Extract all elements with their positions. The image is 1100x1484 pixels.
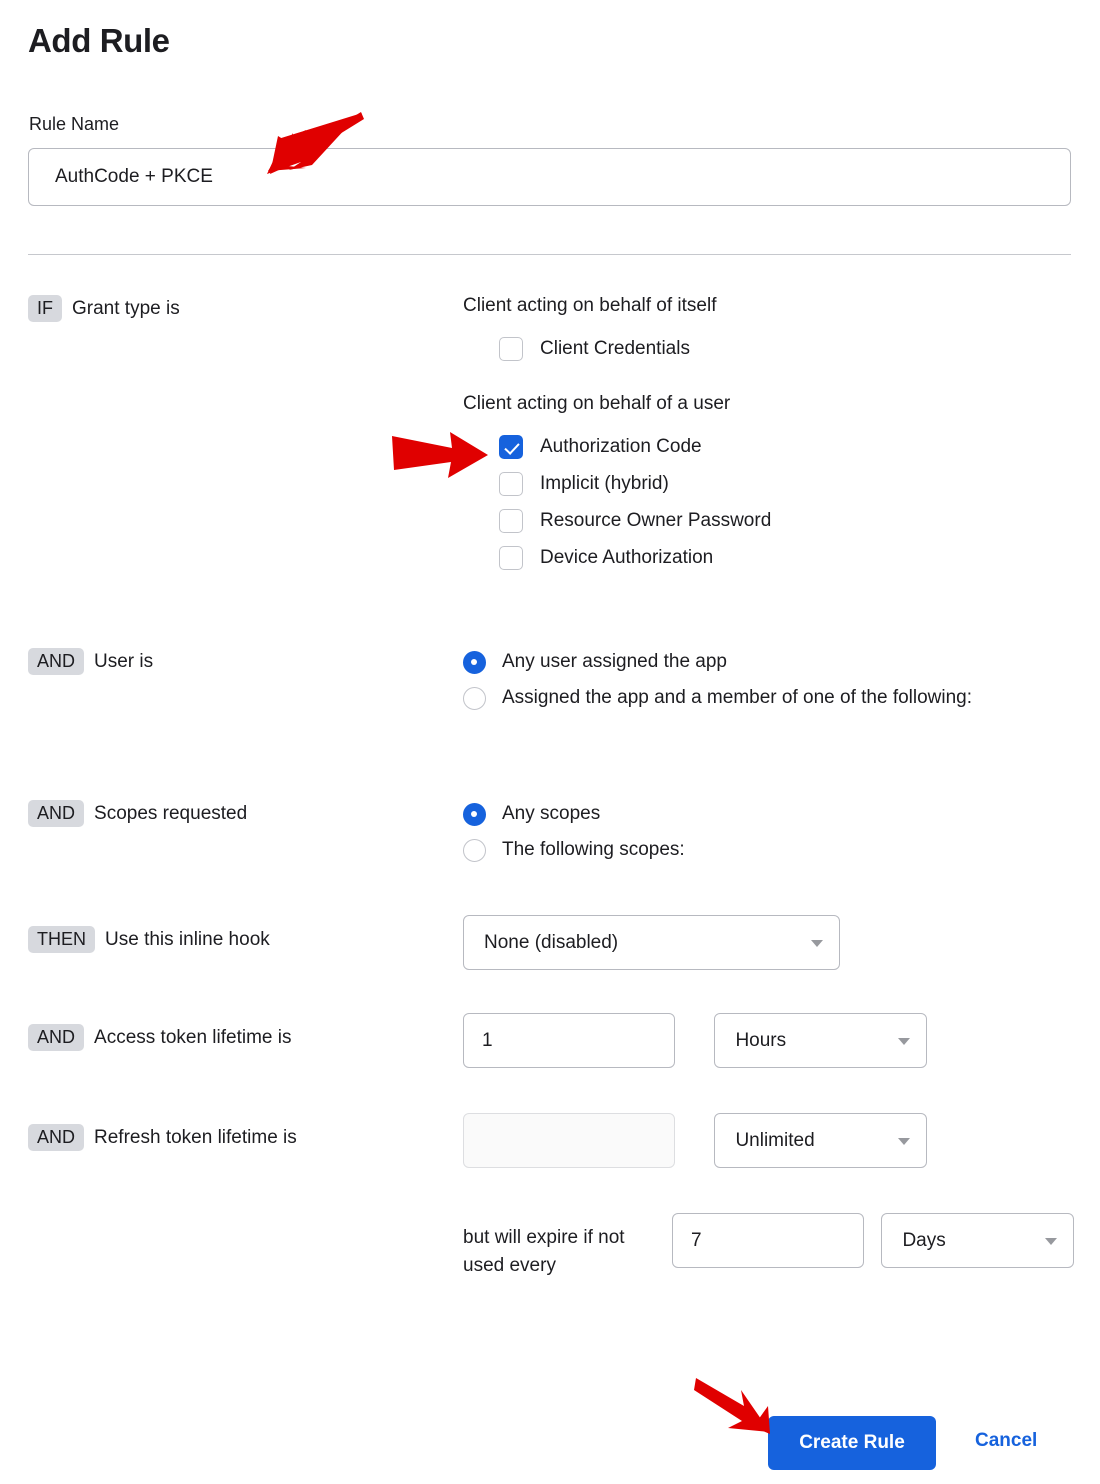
user-is-label: User is [94,650,154,672]
scopes-requested-controls: Any scopes The following scopes: [463,800,685,871]
inline-hook-label: Use this inline hook [105,928,270,950]
refresh-token-lifetime-label-cell: AND Refresh token lifetime is [28,1124,297,1151]
refresh-token-lifetime-label: Refresh token lifetime is [94,1126,297,1148]
refresh-expiry-controls: Days [672,1213,1075,1268]
refresh-token-lifetime-unit-select[interactable]: Unlimited [714,1113,928,1168]
create-rule-button[interactable]: Create Rule [768,1416,936,1470]
radio-row-following-scopes[interactable]: The following scopes: [463,836,685,864]
grant-type-controls: Client acting on behalf of itself Client… [463,295,771,583]
grant-type-label: Grant type is [72,297,180,319]
checkbox-label-device-authorization: Device Authorization [540,547,714,568]
checkbox-label-implicit-hybrid: Implicit (hybrid) [540,473,669,494]
cancel-button[interactable]: Cancel [975,1430,1037,1452]
radio-label-following-scopes: The following scopes: [502,838,685,860]
checkbox-implicit-hybrid-icon[interactable] [499,472,523,496]
checkbox-row-device-authorization[interactable]: Device Authorization [499,546,771,570]
access-token-lifetime-controls: Hours [463,1013,928,1068]
rule-name-input[interactable] [28,148,1071,206]
chevron-down-icon [898,1037,911,1045]
user-is-controls: Any user assigned the app Assigned the a… [463,648,972,719]
access-token-lifetime-label-cell: AND Access token lifetime is [28,1024,291,1051]
checkbox-row-authorization-code[interactable]: Authorization Code [499,435,771,459]
inline-hook-label-cell: THEN Use this inline hook [28,926,270,953]
radio-label-assigned-and-member: Assigned the app and a member of one of … [502,686,973,708]
inline-hook-select[interactable]: None (disabled) [463,915,840,970]
checkbox-authorization-code-icon[interactable] [499,435,523,459]
radio-assigned-and-member-icon[interactable] [463,686,486,710]
checkbox-label-client-credentials: Client Credentials [540,338,690,359]
badge-and-user-is: AND [28,648,85,675]
inline-hook-controls: None (disabled) [463,915,840,970]
checkbox-device-authorization-icon[interactable] [499,546,523,570]
radio-row-assigned-and-member[interactable]: Assigned the app and a member of one of … [463,684,972,712]
radio-any-scopes-icon[interactable] [463,803,486,826]
checkbox-client-credentials-icon[interactable] [499,337,523,361]
radio-label-any-scopes: Any scopes [502,803,601,824]
checkbox-label-resource-owner-password: Resource Owner Password [540,510,772,531]
access-token-lifetime-unit-select[interactable]: Hours [714,1013,928,1068]
page-title: Add Rule [28,22,170,59]
radio-row-any-user-assigned[interactable]: Any user assigned the app [463,648,972,676]
radio-following-scopes-icon[interactable] [463,838,486,862]
badge-and-access-token: AND [28,1024,85,1051]
refresh-expiry-label: but will expire if not used every [463,1227,625,1276]
chevron-down-icon [1045,1237,1058,1245]
checkbox-row-implicit-hybrid[interactable]: Implicit (hybrid) [499,472,771,496]
section-divider [28,254,1071,255]
grant-type-label-cell: IF Grant type is [28,295,180,322]
checkbox-label-authorization-code: Authorization Code [540,436,702,457]
refresh-expiry-amount-input[interactable] [672,1213,864,1268]
badge-and-refresh-token: AND [28,1124,85,1151]
chevron-down-icon [811,939,823,947]
badge-and-scopes-requested: AND [28,800,85,827]
refresh-expiry-unit-select[interactable]: Days [881,1213,1075,1268]
refresh-token-lifetime-controls: Unlimited [463,1113,928,1168]
refresh-token-lifetime-unit-value: Unlimited [735,1130,815,1151]
checkbox-resource-owner-password-icon[interactable] [499,509,523,533]
scopes-requested-label-cell: AND Scopes requested [28,800,247,827]
refresh-token-lifetime-amount-input [463,1113,675,1168]
access-token-lifetime-label: Access token lifetime is [94,1026,292,1048]
user-is-label-cell: AND User is [28,648,153,675]
badge-then: THEN [28,926,95,953]
inline-hook-select-value: None (disabled) [484,932,619,953]
rule-name-label: Rule Name [29,114,120,134]
access-token-lifetime-unit-value: Hours [735,1030,787,1051]
badge-if: IF [28,295,62,322]
access-token-lifetime-amount-input[interactable] [463,1013,675,1068]
radio-any-user-assigned-icon[interactable] [463,651,486,674]
grant-type-group-self-heading: Client acting on behalf of itself [463,295,717,316]
checkbox-row-client-credentials[interactable]: Client Credentials [499,337,771,361]
chevron-down-icon [898,1137,911,1145]
grant-type-group-user-heading: Client acting on behalf of a user [463,393,731,414]
checkbox-row-resource-owner-password[interactable]: Resource Owner Password [499,509,771,533]
radio-row-any-scopes[interactable]: Any scopes [463,800,685,828]
add-rule-page: Add Rule Rule Name IF Grant type is Clien… [0,0,1100,1484]
radio-label-any-user-assigned: Any user assigned the app [502,651,727,672]
scopes-requested-label: Scopes requested [94,802,248,824]
